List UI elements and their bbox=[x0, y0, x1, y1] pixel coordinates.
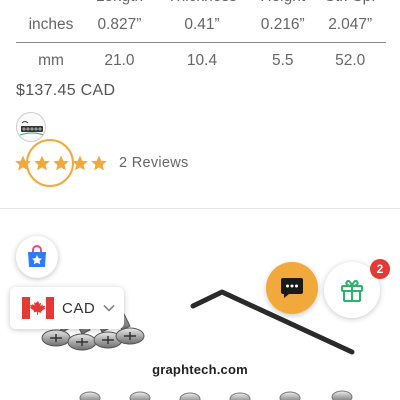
shopping-bag-icon bbox=[28, 245, 46, 267]
reviews-link[interactable]: 2 Reviews bbox=[119, 155, 189, 171]
shop-app-button[interactable] bbox=[16, 236, 58, 278]
table-row: inches 0.827” 0.41” 0.216” 2.047” bbox=[16, 8, 386, 43]
table-cell: 10.4 bbox=[186, 52, 218, 70]
focus-ring-highlight bbox=[26, 139, 74, 187]
spec-table: Length Thickness Height Str. Sp. inches … bbox=[16, 0, 386, 80]
chevron-down-icon bbox=[103, 304, 115, 312]
saddle-thumbnail-icon bbox=[19, 121, 45, 136]
currency-code: CAD bbox=[62, 299, 96, 317]
chat-button[interactable] bbox=[266, 262, 318, 314]
canada-flag-icon bbox=[22, 297, 54, 319]
spec-header-thickness: Thickness bbox=[153, 0, 251, 8]
spec-header-blank bbox=[16, 0, 86, 8]
table-cell: 0.216” bbox=[251, 8, 315, 43]
row-unit: inches bbox=[16, 8, 86, 43]
star-icon bbox=[91, 155, 107, 171]
row-unit: mm bbox=[38, 52, 64, 70]
currency-selector[interactable]: CAD bbox=[10, 287, 124, 329]
brand-watermark: graphtech.com bbox=[134, 353, 266, 385]
table-cell: 5.5 bbox=[271, 52, 294, 70]
spec-header-length: Length bbox=[86, 0, 153, 8]
table-cell: 2.047” bbox=[314, 8, 386, 43]
variant-thumbnail[interactable] bbox=[16, 112, 46, 142]
spec-header-height: Height bbox=[251, 0, 314, 8]
section-divider bbox=[0, 208, 400, 209]
chat-bubble-icon bbox=[281, 278, 303, 298]
spec-header-string-spacing: Str. Sp. bbox=[314, 0, 386, 8]
table-cell: 0.827” bbox=[86, 8, 153, 43]
table-cell: 52.0 bbox=[335, 52, 366, 70]
table-row: mm 21.0 10.4 5.5 52.0 bbox=[16, 42, 386, 80]
table-cell: 21.0 bbox=[104, 52, 135, 70]
notification-badge: 2 bbox=[370, 259, 390, 279]
gift-icon bbox=[341, 279, 363, 302]
table-cell: 0.41” bbox=[152, 8, 252, 43]
product-price: $137.45 CAD bbox=[16, 82, 116, 99]
